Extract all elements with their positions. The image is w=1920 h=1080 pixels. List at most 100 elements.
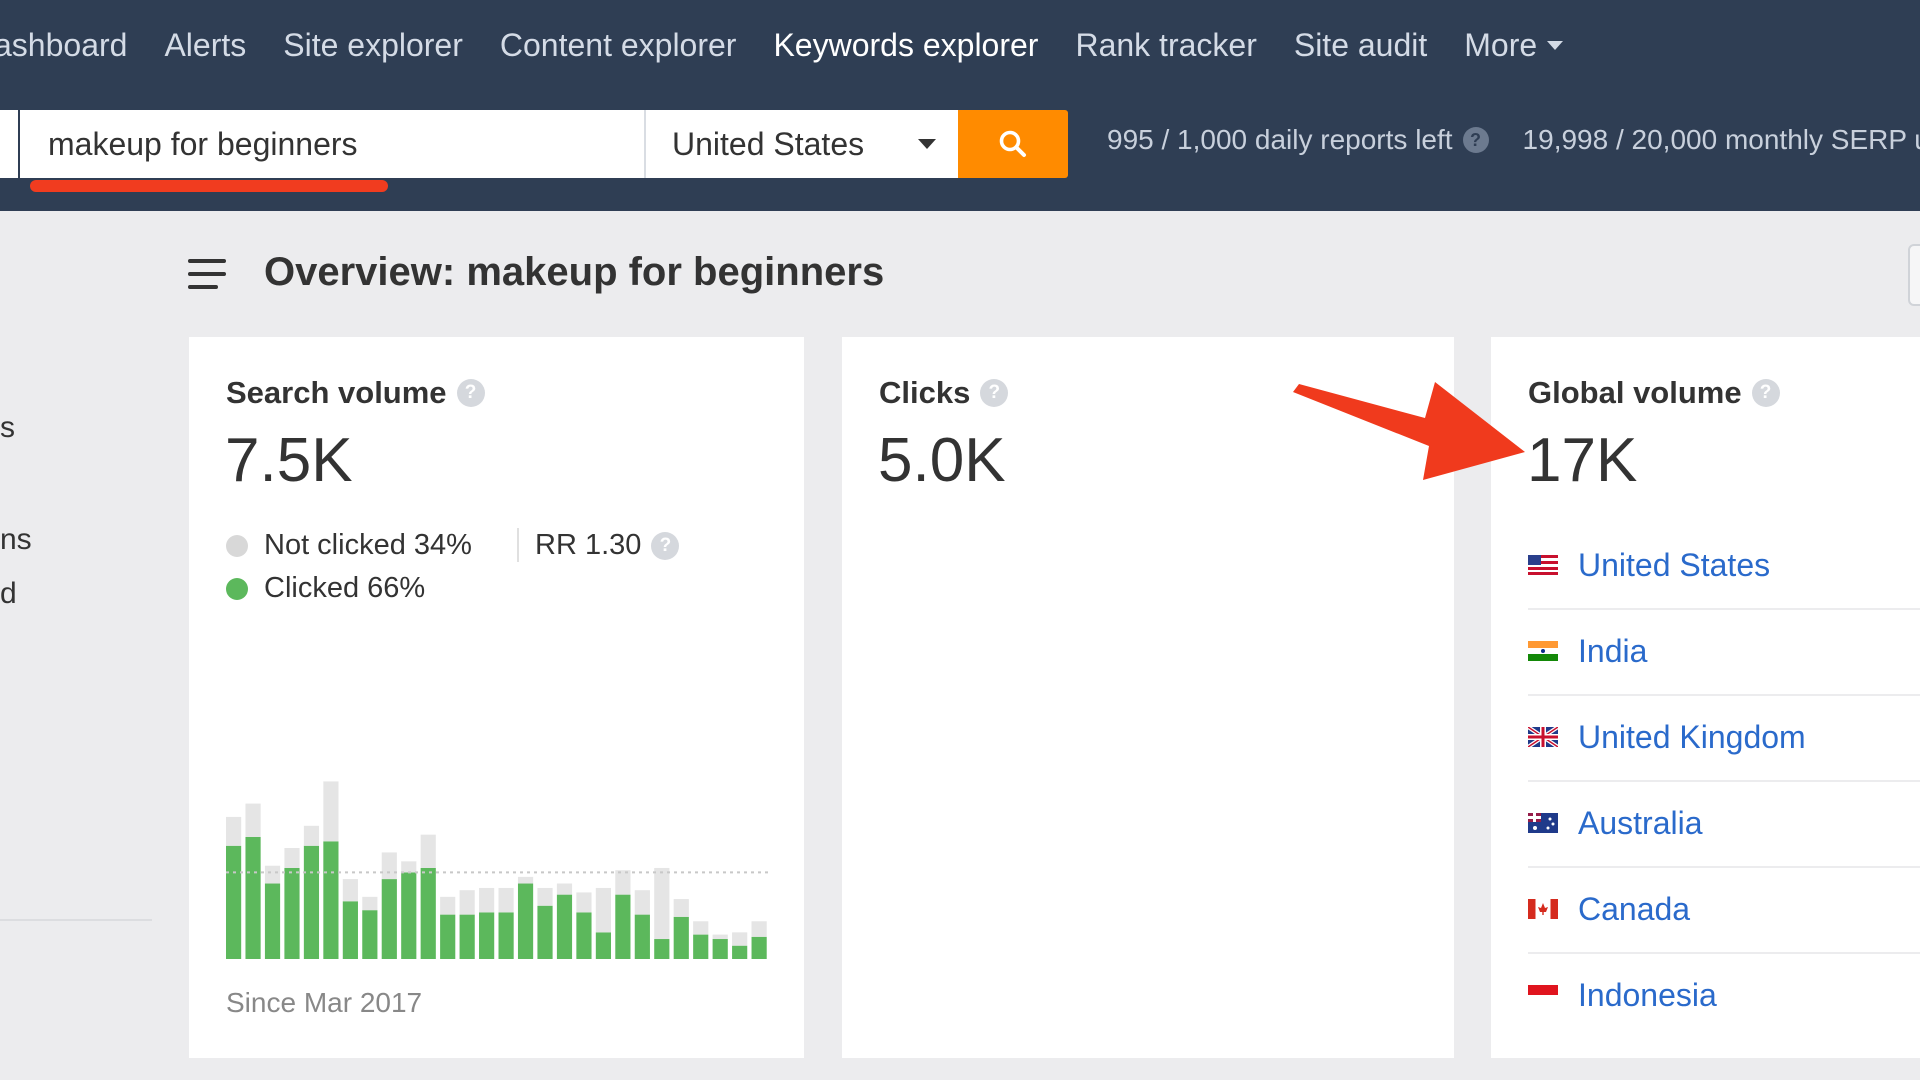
bar-clicked[interactable] xyxy=(459,914,475,959)
nav-more-label: More xyxy=(1464,26,1538,63)
bar-clicked[interactable] xyxy=(615,894,631,959)
country-row-indonesia[interactable]: Indonesia xyxy=(1528,952,1920,1038)
bar-clicked[interactable] xyxy=(712,939,728,959)
bar-clicked[interactable] xyxy=(732,945,748,959)
country-name[interactable]: Indonesia xyxy=(1578,977,1717,1014)
bar-not-clicked[interactable] xyxy=(479,887,495,913)
country-name[interactable]: United Kingdom xyxy=(1578,719,1806,756)
bar-not-clicked[interactable] xyxy=(712,934,728,940)
bar-not-clicked[interactable] xyxy=(245,803,261,837)
bar-not-clicked[interactable] xyxy=(693,921,709,935)
nav-content-explorer[interactable]: Content explorer xyxy=(500,27,737,64)
bar-not-clicked[interactable] xyxy=(440,896,456,915)
indonesia-flag-icon xyxy=(1528,985,1558,1005)
bar-clicked[interactable] xyxy=(381,879,397,959)
bar-not-clicked[interactable] xyxy=(556,883,573,895)
bar-clicked[interactable] xyxy=(245,836,261,959)
india-flag-icon xyxy=(1528,641,1558,661)
bar-clicked[interactable] xyxy=(479,912,495,959)
nav-site-explorer[interactable]: Site explorer xyxy=(283,27,463,64)
bar-not-clicked[interactable] xyxy=(459,890,475,915)
australia-flag-icon xyxy=(1528,813,1558,833)
bar-clicked[interactable] xyxy=(751,936,767,959)
bar-not-clicked[interactable] xyxy=(381,852,397,880)
country-row-australia[interactable]: Australia xyxy=(1528,780,1920,868)
bar-not-clicked[interactable] xyxy=(634,890,650,915)
bar-clicked[interactable] xyxy=(401,872,417,959)
country-name[interactable]: United States xyxy=(1578,547,1770,584)
help-icon[interactable]: ? xyxy=(651,531,680,560)
country-row-uk[interactable]: United Kingdom xyxy=(1528,694,1920,782)
bar-clicked[interactable] xyxy=(517,883,534,959)
uk-flag-icon xyxy=(1528,727,1558,747)
bar-clicked[interactable] xyxy=(693,934,709,959)
bar-clicked[interactable] xyxy=(654,939,670,959)
keyword-search-input[interactable] xyxy=(20,110,644,178)
help-icon[interactable]: ? xyxy=(456,379,485,407)
bar-clicked[interactable] xyxy=(440,914,456,959)
top-bar: ashboard Alerts Site explorer Content ex… xyxy=(0,0,1920,211)
nav-site-audit[interactable]: Site audit xyxy=(1294,27,1427,64)
bar-not-clicked[interactable] xyxy=(673,899,689,917)
bar-clicked[interactable] xyxy=(264,883,281,959)
bar-clicked[interactable] xyxy=(420,867,436,959)
bar-not-clicked[interactable] xyxy=(323,781,339,842)
bar-not-clicked[interactable] xyxy=(226,816,242,846)
country-name[interactable]: Canada xyxy=(1578,891,1690,928)
bar-clicked[interactable] xyxy=(303,845,320,959)
country-name[interactable]: India xyxy=(1578,633,1647,670)
bar-clicked[interactable] xyxy=(226,845,242,959)
bar-clicked[interactable] xyxy=(342,901,358,959)
nav-keywords-explorer[interactable]: Keywords explorer xyxy=(773,27,1038,64)
country-row-india[interactable]: India xyxy=(1528,608,1920,696)
bar-clicked[interactable] xyxy=(537,905,553,959)
sidebar-item-fragment[interactable]: s xyxy=(0,411,15,445)
keyword-search-bar: United States xyxy=(0,110,1068,192)
bar-not-clicked[interactable] xyxy=(498,887,514,913)
bar-clicked[interactable] xyxy=(556,894,573,959)
country-select[interactable]: United States xyxy=(644,110,958,178)
bar-not-clicked[interactable] xyxy=(732,932,748,946)
nav-dashboard[interactable]: ashboard xyxy=(0,27,127,64)
sidebar-item-fragment[interactable]: d xyxy=(0,577,17,611)
bar-not-clicked[interactable] xyxy=(517,876,534,884)
help-icon[interactable]: ? xyxy=(1751,379,1780,407)
nav-more-menu[interactable]: More xyxy=(1464,26,1564,64)
bar-not-clicked[interactable] xyxy=(342,879,358,902)
hamburger-menu-icon[interactable] xyxy=(188,259,226,289)
country-name[interactable]: Australia xyxy=(1578,805,1703,842)
bar-clicked[interactable] xyxy=(634,914,650,959)
help-icon[interactable]: ? xyxy=(980,379,1009,407)
bar-not-clicked[interactable] xyxy=(537,887,553,906)
toolbar-button[interactable] xyxy=(1908,244,1920,306)
bar-not-clicked[interactable] xyxy=(576,892,592,913)
bar-not-clicked[interactable] xyxy=(751,921,767,937)
country-row-us[interactable]: United States xyxy=(1528,522,1920,610)
bar-clicked[interactable] xyxy=(362,910,378,959)
search-volume-label-text: Search volume xyxy=(226,375,447,410)
search-button[interactable] xyxy=(958,110,1068,178)
bar-not-clicked[interactable] xyxy=(303,825,320,846)
bar-not-clicked[interactable] xyxy=(420,834,436,868)
bar-not-clicked[interactable] xyxy=(615,870,631,895)
country-row-canada[interactable]: Canada xyxy=(1528,866,1920,954)
bar-not-clicked[interactable] xyxy=(595,887,612,933)
legend-divider xyxy=(517,528,519,562)
nav-alerts[interactable]: Alerts xyxy=(164,27,246,64)
bar-not-clicked[interactable] xyxy=(401,861,417,873)
bar-not-clicked[interactable] xyxy=(362,896,378,911)
global-volume-value: 17K xyxy=(1527,426,1638,495)
bar-clicked[interactable] xyxy=(673,916,689,959)
bar-clicked[interactable] xyxy=(284,867,300,959)
bar-not-clicked[interactable] xyxy=(284,848,300,868)
bar-clicked[interactable] xyxy=(323,841,339,959)
clicked-dot xyxy=(226,577,248,600)
bar-clicked[interactable] xyxy=(576,912,592,959)
nav-rank-tracker[interactable]: Rank tracker xyxy=(1075,27,1256,64)
bar-clicked[interactable] xyxy=(498,912,514,959)
sidebar-item-fragment[interactable]: ns xyxy=(0,523,32,557)
bar-not-clicked[interactable] xyxy=(264,865,281,884)
bar-not-clicked[interactable] xyxy=(654,867,670,940)
bar-clicked[interactable] xyxy=(595,932,612,959)
help-icon[interactable]: ? xyxy=(1462,127,1489,153)
